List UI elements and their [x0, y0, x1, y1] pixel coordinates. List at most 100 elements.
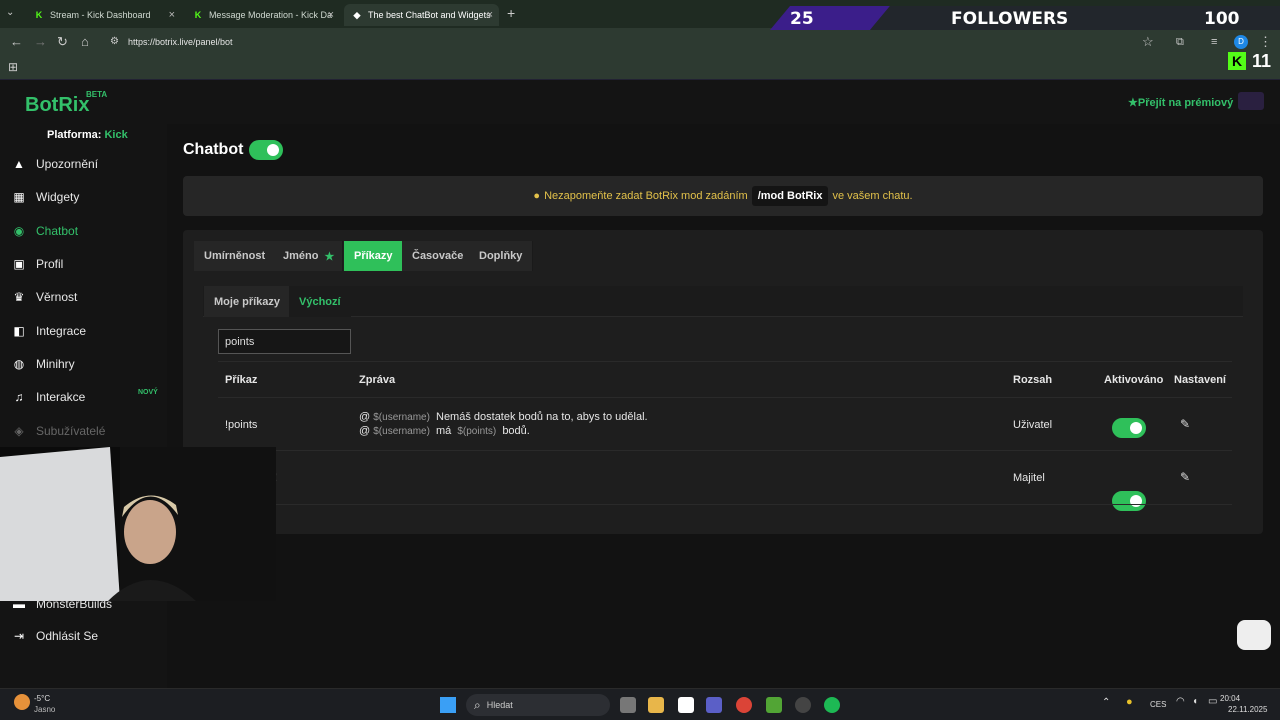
sidebar-item-subuzivatele[interactable]: ◈ Subužívatelé: [12, 422, 105, 440]
spotify-icon[interactable]: [824, 697, 840, 713]
site-info-icon[interactable]: ⚙: [110, 36, 119, 47]
viewer-count: 11: [1252, 51, 1272, 71]
kick-icon: K: [194, 10, 202, 20]
divider: [218, 504, 1232, 505]
kick-icon: K: [35, 10, 43, 20]
sidebar-item-widgety[interactable]: ▦ Widgety: [12, 188, 79, 206]
store-icon[interactable]: [678, 697, 694, 713]
search-icon: ⌕: [474, 697, 481, 712]
ov-logo-icon: [1237, 620, 1271, 650]
chevron-up-icon[interactable]: ⌃: [1102, 697, 1110, 708]
sidebar-item-integrace[interactable]: ◧ Integrace: [12, 322, 86, 340]
subtab-bar: [203, 286, 1243, 317]
browser-tab-2[interactable]: K Message Moderation - Kick Da ×: [185, 4, 340, 26]
tab-label: Jméno: [283, 250, 319, 262]
webcam-overlay: [0, 447, 276, 601]
battery-icon[interactable]: ▭: [1208, 696, 1217, 707]
home-icon[interactable]: ⌂: [81, 34, 89, 49]
sidebar-item-label: Subužívatelé: [36, 424, 106, 438]
logout-icon: ⇥: [13, 629, 25, 643]
tab-title: The best ChatBot and Widgets: [368, 10, 491, 20]
apps-grid-icon[interactable]: ⊞: [8, 60, 18, 74]
browser-tab-1[interactable]: K Stream - Kick Dashboard ×: [26, 4, 181, 26]
taskbar-search-input[interactable]: ⌕ Hledat: [466, 694, 610, 716]
taskbar: -5°C Jasno ⌕ Hledat ⌃ ● CES ◠ ◖ ▭ 20:04 …: [0, 688, 1280, 720]
file-explorer-icon[interactable]: [648, 697, 664, 713]
tab-label: Časovače: [412, 250, 464, 262]
sidebar-item-label: Interakce: [36, 390, 86, 404]
scope-value: Uživatel: [1013, 419, 1053, 431]
premium-link[interactable]: ★Přejít na prémiový: [1128, 96, 1233, 109]
column-header-enabled: Aktivováno: [1104, 374, 1164, 386]
message-text: bodů.: [502, 425, 530, 437]
close-icon[interactable]: ×: [169, 9, 175, 21]
reload-icon[interactable]: ↻: [57, 34, 68, 50]
tab-prikazy[interactable]: Příkazy: [344, 241, 404, 271]
platform-info: Platforma: Kick: [47, 129, 128, 141]
goal-current-count: 25: [790, 9, 814, 29]
close-icon[interactable]: ×: [487, 9, 493, 21]
mic-icon[interactable]: ●: [1126, 696, 1133, 708]
subtab-vychozi[interactable]: Výchozí: [289, 286, 351, 317]
sidebar-item-profil[interactable]: ▣ Profil: [12, 255, 63, 273]
premium-label: Přejít na prémiový: [1137, 97, 1234, 109]
page-title: Chatbot: [183, 141, 244, 158]
scope-value: Majitel: [1013, 472, 1045, 484]
warning-icon: ▲: [13, 157, 25, 171]
sidebar-item-minihry[interactable]: ◍ Minihry: [12, 355, 75, 373]
column-header-scope: Rozsah: [1013, 374, 1053, 386]
forward-icon[interactable]: →: [34, 34, 47, 49]
tab-casovace[interactable]: Časovače: [402, 241, 475, 271]
tab-umirnenost[interactable]: Umírněnost: [194, 241, 277, 271]
clock-time[interactable]: 20:04: [1220, 694, 1240, 703]
command-enabled-toggle[interactable]: [1112, 491, 1146, 511]
start-icon[interactable]: [440, 697, 456, 713]
chatbot-toggle[interactable]: [249, 140, 284, 160]
variable-tag: $(username): [373, 412, 430, 423]
tab-search-icon[interactable]: ⌄: [6, 7, 14, 18]
user-avatar[interactable]: [1238, 92, 1264, 110]
browser-tab-3[interactable]: ◆ The best ChatBot and Widgets ×: [344, 4, 499, 26]
new-badge: NOVÝ: [138, 389, 158, 396]
sidebar-item-interakce[interactable]: ♫ Interakce: [12, 388, 86, 406]
new-tab-icon[interactable]: +: [507, 5, 515, 21]
obs-icon[interactable]: [795, 697, 811, 713]
back-icon[interactable]: ←: [10, 34, 23, 49]
clock-date[interactable]: 22.11.2025: [1228, 705, 1267, 714]
task-view-icon[interactable]: [620, 697, 636, 713]
wifi-icon[interactable]: ◠: [1176, 696, 1185, 707]
language-indicator[interactable]: CES: [1150, 700, 1166, 709]
command-search-input[interactable]: [218, 329, 351, 354]
url-field[interactable]: https://botrix.live/panel/bot: [128, 37, 233, 47]
at-icon: @: [359, 411, 371, 423]
trophy-icon: ♛: [13, 290, 25, 304]
sidebar-item-label: Minihry: [36, 357, 75, 371]
edit-pencil-icon[interactable]: ✎: [1180, 417, 1190, 431]
platform-label: Platforma:: [47, 129, 102, 141]
minecraft-icon[interactable]: [766, 697, 782, 713]
tab-jmeno[interactable]: Jméno ★: [273, 241, 344, 271]
edit-pencil-icon[interactable]: ✎: [1180, 470, 1190, 484]
command-enabled-toggle[interactable]: [1112, 418, 1146, 438]
sidebar-item-logout[interactable]: ⇥ Odhlásit Se: [12, 627, 98, 645]
app-logo[interactable]: BotRix: [25, 94, 89, 117]
teams-icon[interactable]: [706, 697, 722, 713]
column-header-settings: Nastavení: [1174, 374, 1226, 386]
beta-badge: BETA: [86, 90, 108, 99]
subtab-moje-prikazy[interactable]: Moje příkazy: [204, 286, 291, 317]
weather-icon: [14, 694, 30, 710]
platform-value: Kick: [104, 129, 128, 141]
weather-temp[interactable]: -5°C: [34, 694, 50, 703]
chrome-icon[interactable]: [736, 697, 752, 713]
sidebar: Platforma: Kick ▲ Upozornění ▦ Widgety ◉ Ch…: [0, 124, 167, 688]
close-icon[interactable]: ×: [328, 9, 334, 21]
sidebar-item-vernost[interactable]: ♛ Věrnost: [12, 288, 78, 306]
volume-icon[interactable]: ◖: [1192, 696, 1198, 707]
page-title-row: Chatbot: [183, 140, 284, 160]
tab-doplnky[interactable]: Doplňky: [469, 241, 534, 271]
sidebar-item-chatbot[interactable]: ◉ Chatbot: [12, 222, 78, 240]
sidebar-item-upozorneni[interactable]: ▲ Upozornění: [12, 155, 98, 173]
gamepad-icon: ◍: [13, 357, 25, 371]
notice-banner: ● Nezapomeňte zadat BotRix mod zadáním /…: [183, 176, 1263, 216]
divider: [218, 450, 1232, 451]
